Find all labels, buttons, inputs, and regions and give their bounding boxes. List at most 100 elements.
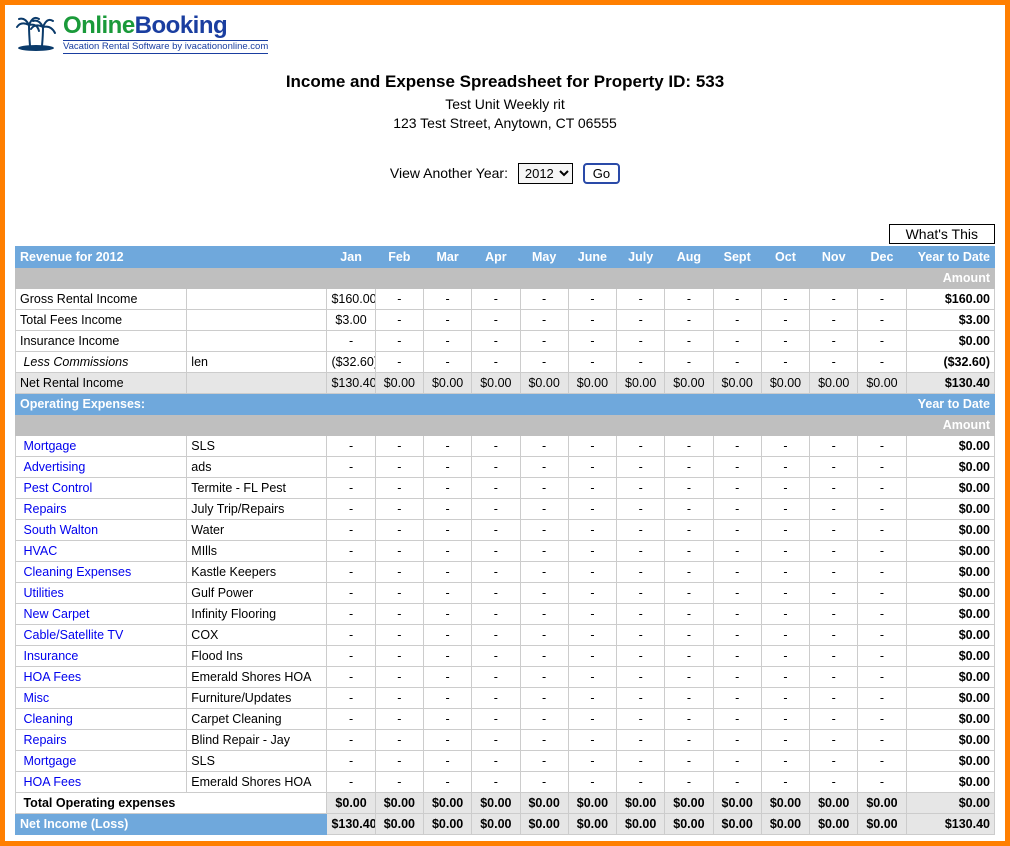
expense-cell: - bbox=[423, 541, 471, 562]
expense-cell: - bbox=[568, 688, 616, 709]
expense-link[interactable]: HOA Fees bbox=[23, 670, 81, 684]
expense-cell: - bbox=[520, 436, 568, 457]
expense-link[interactable]: Cleaning Expenses bbox=[23, 565, 131, 579]
net-income-cell: $0.00 bbox=[520, 814, 568, 835]
ytd-header: Year to Date bbox=[906, 394, 994, 415]
expense-label: Utilities bbox=[16, 583, 187, 604]
expense-cell: - bbox=[423, 604, 471, 625]
expense-cell: - bbox=[810, 625, 858, 646]
revenue-cell: - bbox=[810, 352, 858, 373]
expense-cell: - bbox=[472, 436, 520, 457]
month-header: Jan bbox=[327, 247, 375, 268]
expense-cell: - bbox=[423, 436, 471, 457]
spreadsheet-table: Revenue for 2012JanFebMarAprMayJuneJulyA… bbox=[15, 246, 995, 835]
expense-link[interactable]: Advertising bbox=[23, 460, 85, 474]
expense-cell: - bbox=[617, 436, 665, 457]
net-rental-cell: $0.00 bbox=[520, 373, 568, 394]
expense-cell: - bbox=[810, 604, 858, 625]
expense-sub: Emerald Shores HOA bbox=[187, 667, 327, 688]
revenue-sub: len bbox=[187, 352, 327, 373]
expense-link[interactable]: Misc bbox=[23, 691, 49, 705]
expense-cell: - bbox=[520, 499, 568, 520]
expense-cell: - bbox=[665, 688, 713, 709]
expense-link[interactable]: Pest Control bbox=[23, 481, 92, 495]
month-header: Feb bbox=[375, 247, 423, 268]
expense-cell: - bbox=[665, 709, 713, 730]
revenue-header: Revenue for 2012 bbox=[16, 247, 327, 268]
expense-cell: - bbox=[472, 667, 520, 688]
expense-cell: - bbox=[617, 646, 665, 667]
revenue-cell: - bbox=[472, 289, 520, 310]
ytd-header: Year to Date bbox=[906, 247, 994, 268]
expense-cell: - bbox=[375, 646, 423, 667]
revenue-cell: - bbox=[520, 289, 568, 310]
expense-cell: - bbox=[568, 709, 616, 730]
expense-cell: - bbox=[423, 478, 471, 499]
expense-cell: - bbox=[858, 520, 906, 541]
expense-cell: - bbox=[665, 583, 713, 604]
month-header: Dec bbox=[858, 247, 906, 268]
expense-cell: - bbox=[520, 730, 568, 751]
expense-link[interactable]: Mortgage bbox=[23, 439, 76, 453]
expense-cell: - bbox=[520, 478, 568, 499]
expense-link[interactable]: Insurance bbox=[23, 649, 78, 663]
whats-this-button[interactable]: What's This bbox=[889, 224, 995, 244]
expense-cell: - bbox=[520, 646, 568, 667]
app-frame: { "logo": { "online": "Online", "booking… bbox=[0, 0, 1010, 846]
expense-cell: - bbox=[327, 541, 375, 562]
expense-link[interactable]: Repairs bbox=[23, 733, 66, 747]
expense-label: Pest Control bbox=[16, 478, 187, 499]
expense-link[interactable]: South Walton bbox=[23, 523, 98, 537]
expense-cell: - bbox=[375, 688, 423, 709]
expense-cell: - bbox=[568, 751, 616, 772]
expense-link[interactable]: HOA Fees bbox=[23, 775, 81, 789]
expense-link[interactable]: Cleaning bbox=[23, 712, 72, 726]
expense-cell: - bbox=[375, 436, 423, 457]
net-income-cell: $0.00 bbox=[568, 814, 616, 835]
expense-cell: - bbox=[713, 478, 761, 499]
net-rental-cell: $0.00 bbox=[568, 373, 616, 394]
expense-sub: SLS bbox=[187, 751, 327, 772]
expense-ytd: $0.00 bbox=[906, 562, 994, 583]
revenue-cell: - bbox=[617, 310, 665, 331]
revenue-cell: - bbox=[761, 331, 809, 352]
expense-cell: - bbox=[520, 709, 568, 730]
expense-cell: - bbox=[665, 667, 713, 688]
net-rental-cell: $0.00 bbox=[472, 373, 520, 394]
revenue-cell: - bbox=[472, 310, 520, 331]
month-header: Mar bbox=[423, 247, 471, 268]
expense-cell: - bbox=[810, 583, 858, 604]
month-header: Apr bbox=[472, 247, 520, 268]
revenue-cell: - bbox=[761, 289, 809, 310]
expense-ytd: $0.00 bbox=[906, 751, 994, 772]
expense-link[interactable]: Utilities bbox=[23, 586, 63, 600]
expense-link[interactable]: HVAC bbox=[23, 544, 57, 558]
expense-label: Cleaning Expenses bbox=[16, 562, 187, 583]
expense-label: HVAC bbox=[16, 541, 187, 562]
net-income-ytd: $130.40 bbox=[906, 814, 994, 835]
expense-link[interactable]: New Carpet bbox=[23, 607, 89, 621]
expense-cell: - bbox=[617, 730, 665, 751]
expense-cell: - bbox=[568, 625, 616, 646]
revenue-cell: - bbox=[617, 289, 665, 310]
expense-sub: Furniture/Updates bbox=[187, 688, 327, 709]
revenue-cell: ($32.60) bbox=[327, 352, 375, 373]
year-select[interactable]: 2012 bbox=[518, 163, 573, 184]
total-operating-label: Total Operating expenses bbox=[16, 793, 327, 814]
expense-cell: - bbox=[327, 646, 375, 667]
operating-header: Operating Expenses: bbox=[16, 394, 327, 415]
expense-cell: - bbox=[665, 541, 713, 562]
amount-header: Amount bbox=[906, 268, 994, 289]
revenue-ytd: $160.00 bbox=[906, 289, 994, 310]
expense-link[interactable]: Mortgage bbox=[23, 754, 76, 768]
expense-sub: MIlls bbox=[187, 541, 327, 562]
expense-link[interactable]: Cable/Satellite TV bbox=[23, 628, 123, 642]
go-button[interactable]: Go bbox=[583, 163, 620, 184]
expense-link[interactable]: Repairs bbox=[23, 502, 66, 516]
expense-cell: - bbox=[423, 667, 471, 688]
expense-cell: - bbox=[713, 751, 761, 772]
expense-cell: - bbox=[617, 499, 665, 520]
expense-cell: - bbox=[617, 478, 665, 499]
revenue-cell: - bbox=[472, 352, 520, 373]
expense-cell: - bbox=[810, 562, 858, 583]
